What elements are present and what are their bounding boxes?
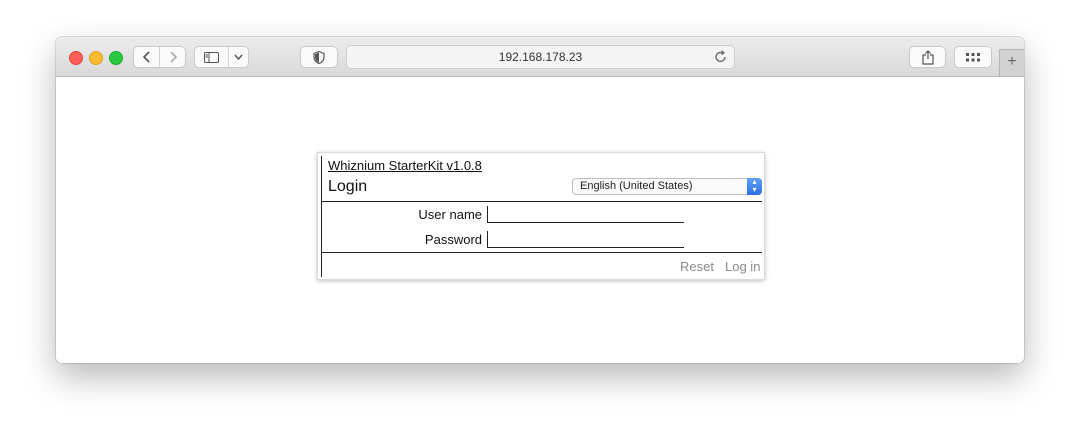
forward-button[interactable] <box>160 51 185 63</box>
reload-icon[interactable] <box>714 50 728 64</box>
username-label: User name <box>418 207 482 222</box>
username-input[interactable] <box>487 206 684 223</box>
sidebar-icon <box>203 51 219 63</box>
chevron-right-icon <box>169 51 177 63</box>
url-text: 192.168.178.23 <box>498 50 583 64</box>
language-select-value: English (United States) <box>580 180 693 192</box>
login-heading: Login <box>328 178 368 195</box>
browser-window: 192.168.178.23 + Whiznium StarterKit v1.… <box>56 37 1024 363</box>
password-label: Password <box>424 232 482 247</box>
chevron-down-icon <box>234 54 243 60</box>
sidebar-button-group <box>194 46 249 68</box>
tab-overview-icon <box>966 52 980 61</box>
sidebar-button[interactable] <box>195 51 228 63</box>
divider-top <box>322 201 762 202</box>
language-select[interactable]: English (United States) ▴ ▾ <box>572 178 762 195</box>
share-button[interactable] <box>909 46 946 68</box>
browser-toolbar: 192.168.178.23 + <box>56 37 1024 77</box>
plus-icon: + <box>1007 53 1017 70</box>
share-icon <box>921 49 934 65</box>
privacy-report-button[interactable] <box>300 46 338 68</box>
address-bar[interactable]: 192.168.178.23 <box>346 45 735 69</box>
divider-bottom <box>322 252 762 253</box>
reset-button[interactable]: Reset <box>680 259 714 274</box>
password-input[interactable] <box>487 231 684 248</box>
login-button[interactable]: Log in <box>725 259 760 274</box>
tab-overview-button[interactable] <box>954 46 992 68</box>
new-tab-button[interactable]: + <box>999 49 1024 76</box>
minimize-window-button[interactable] <box>89 51 103 65</box>
fullscreen-window-button[interactable] <box>109 51 123 65</box>
app-title-link[interactable]: Whiznium StarterKit v1.0.8 <box>328 158 482 173</box>
back-button[interactable] <box>134 51 159 63</box>
login-form: Whiznium StarterKit v1.0.8 Login English… <box>321 156 762 277</box>
login-panel: Whiznium StarterKit v1.0.8 Login English… <box>317 152 765 280</box>
shield-icon <box>313 50 325 64</box>
back-forward-group <box>133 46 186 68</box>
chevron-left-icon <box>142 51 150 63</box>
close-window-button[interactable] <box>69 51 83 65</box>
sidebar-menu-button[interactable] <box>229 54 248 60</box>
updown-chevron-icon: ▴ ▾ <box>747 178 762 195</box>
page-content: Whiznium StarterKit v1.0.8 Login English… <box>56 77 1024 363</box>
